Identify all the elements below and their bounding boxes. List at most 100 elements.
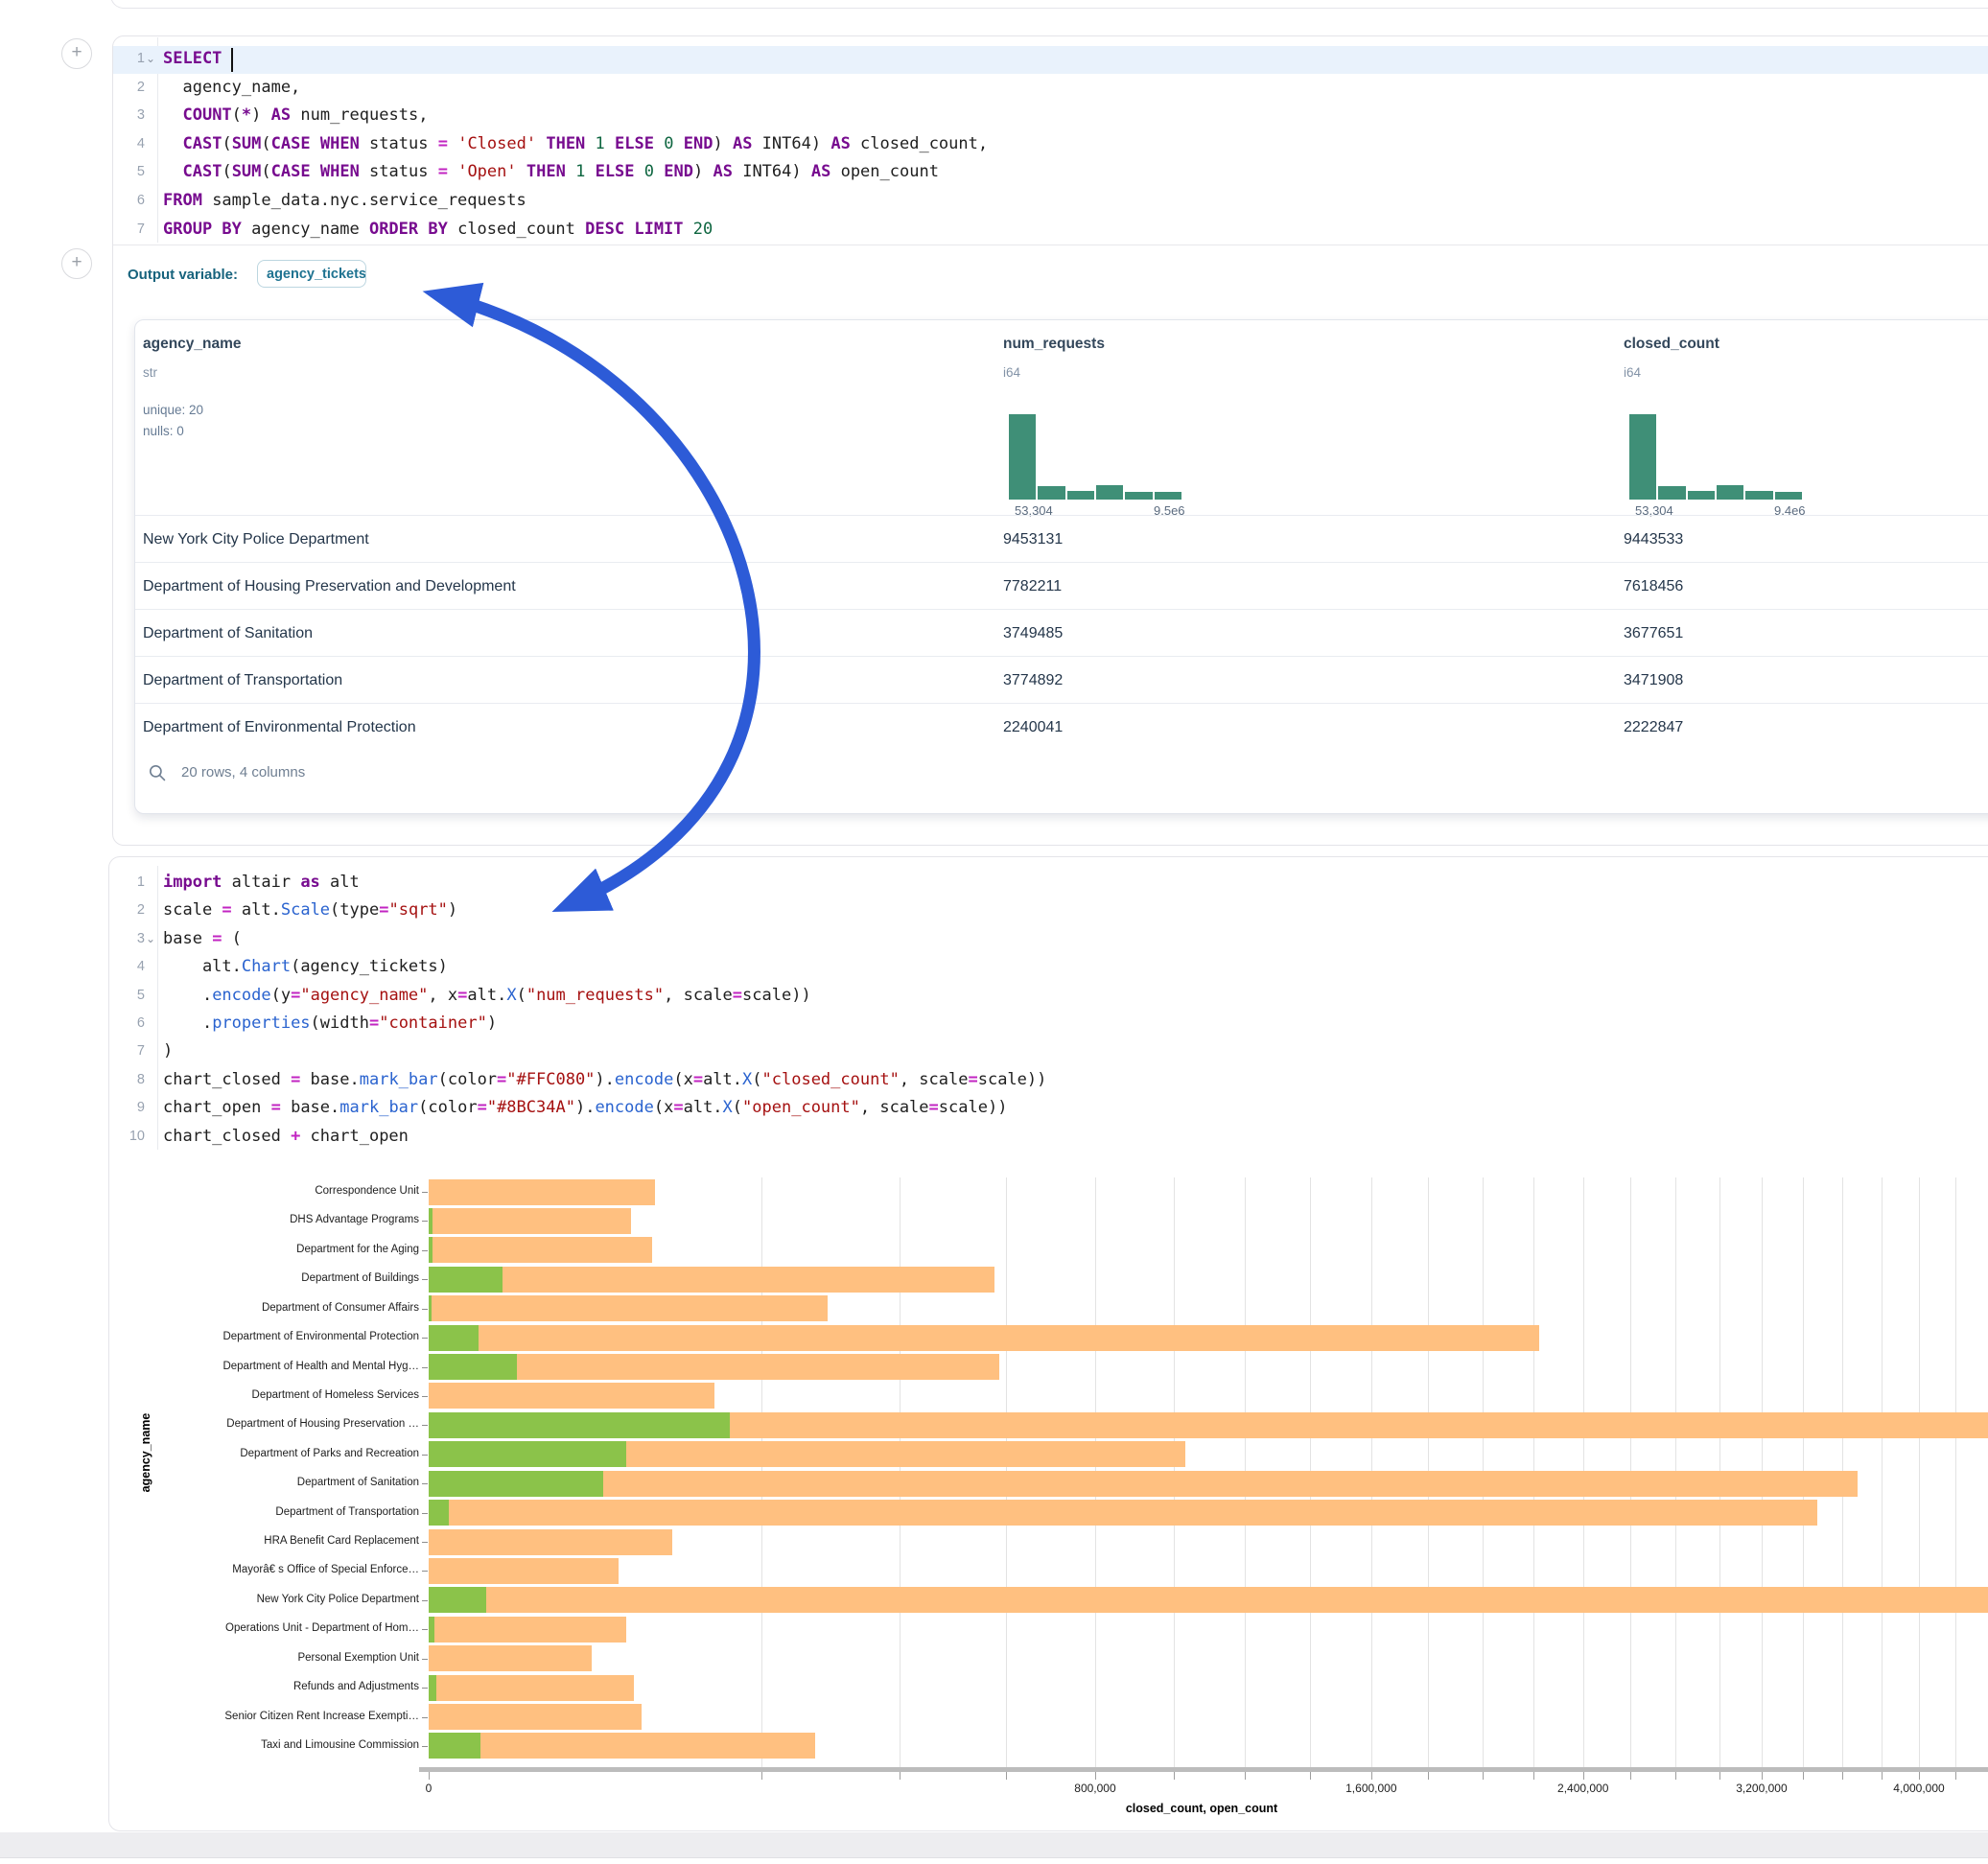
column-type-closed-count: i64	[1624, 365, 1641, 380]
add-cell-button-top[interactable]: +	[61, 38, 92, 69]
x-axis-tick-label: 1,600,000	[1345, 1782, 1396, 1795]
column-header-agency-name: agency_name	[143, 336, 242, 353]
x-axis-tick	[1428, 1772, 1429, 1780]
y-axis-category-label: Department of Consumer Affairs	[112, 1302, 419, 1314]
code-line[interactable]: GROUP BY agency_name ORDER BY closed_cou…	[163, 220, 713, 239]
y-axis-tick	[422, 1425, 428, 1426]
bar-open	[429, 1617, 434, 1643]
bar-closed	[429, 1617, 626, 1643]
x-axis-tick	[1842, 1772, 1843, 1780]
cell-agency-name: Department of Environmental Protection	[143, 704, 416, 751]
y-axis-tick	[422, 1571, 428, 1572]
bar-closed	[429, 1179, 655, 1205]
code-line[interactable]: import altair as alt	[163, 873, 360, 892]
code-line[interactable]: scale = alt.Scale(type="sqrt")	[163, 900, 457, 920]
line-number: 6	[112, 1015, 145, 1031]
x-axis-tick	[1533, 1772, 1534, 1780]
bar-closed	[429, 1645, 592, 1671]
code-line[interactable]: CAST(SUM(CASE WHEN status = 'Open' THEN …	[163, 162, 939, 181]
fold-chevron-icon[interactable]: ⌄	[146, 932, 155, 945]
x-axis-tick-label: 0	[426, 1782, 433, 1795]
search-icon[interactable]	[149, 764, 166, 781]
bar-open	[429, 1267, 503, 1293]
code-line[interactable]: .encode(y="agency_name", x=alt.X("num_re…	[163, 986, 811, 1005]
code-line[interactable]: chart_closed + chart_open	[163, 1127, 409, 1146]
cell-num-requests: 7782211	[1003, 563, 1062, 610]
y-axis-category-label: Mayorâ€ s Office of Special Enforce…	[112, 1564, 419, 1575]
table-row: Department of Transportation377489234719…	[135, 656, 1988, 704]
x-axis-tick	[1174, 1772, 1175, 1780]
line-number: 4	[112, 959, 145, 974]
cell-num-requests: 3774892	[1003, 657, 1063, 704]
code-line[interactable]: CAST(SUM(CASE WHEN status = 'Closed' THE…	[163, 134, 988, 153]
bar-open	[429, 1471, 603, 1497]
column-type-num-requests: i64	[1003, 365, 1020, 380]
y-axis-category-label: Refunds and Adjustments	[112, 1681, 419, 1692]
output-variable-chip[interactable]: agency_tickets	[257, 260, 366, 288]
y-axis-category-label: Department of Sanitation	[112, 1477, 419, 1488]
code-line[interactable]: alt.Chart(agency_tickets)	[163, 957, 448, 976]
cell-agency-name: Department of Transportation	[143, 657, 342, 704]
bar-open	[429, 1325, 479, 1351]
line-number: 8	[112, 1072, 145, 1087]
line-number: 9	[112, 1100, 145, 1115]
x-axis-tick	[1245, 1772, 1246, 1780]
cell-closed-count: 9443533	[1624, 516, 1683, 563]
chart-gridline	[1882, 1177, 1883, 1767]
bar-open	[429, 1675, 436, 1701]
y-axis-category-label: New York City Police Department	[112, 1594, 419, 1605]
y-axis-category-label: Personal Exemption Unit	[112, 1652, 419, 1664]
bar-open	[429, 1412, 730, 1438]
bar-open	[429, 1441, 626, 1467]
column-stat-nulls: nulls: 0	[143, 424, 184, 438]
code-line[interactable]: agency_name,	[163, 78, 300, 97]
active-line-highlight	[113, 46, 1988, 74]
page-gap-line	[0, 1857, 1988, 1858]
code-line[interactable]: COUNT(*) AS num_requests,	[163, 105, 428, 125]
hist-bar	[1775, 492, 1802, 500]
hist-bar	[1688, 491, 1715, 500]
hist-bar	[1038, 486, 1064, 500]
code-line[interactable]: FROM sample_data.nyc.service_requests	[163, 191, 526, 210]
table-row: New York City Police Department945313194…	[135, 515, 1988, 563]
y-axis-tick	[422, 1221, 428, 1222]
fold-chevron-icon[interactable]: ⌄	[146, 52, 155, 65]
x-axis-tick-label: 800,000	[1074, 1782, 1115, 1795]
line-number: 2	[112, 902, 145, 918]
code-line[interactable]: SELECT	[163, 49, 222, 68]
y-axis-tick	[422, 1600, 428, 1601]
y-axis-category-label: DHS Advantage Programs	[112, 1214, 419, 1225]
y-axis-category-label: Department of Buildings	[112, 1272, 419, 1284]
cell-closed-count: 2222847	[1624, 704, 1683, 751]
code-line[interactable]: chart_open = base.mark_bar(color="#8BC34…	[163, 1098, 1007, 1117]
cell-agency-name: Department of Housing Preservation and D…	[143, 563, 516, 610]
code-line[interactable]: )	[163, 1041, 173, 1060]
x-axis-domain-line	[419, 1767, 1988, 1772]
add-cell-button-middle[interactable]: +	[61, 248, 92, 279]
hist-bar	[1067, 491, 1094, 500]
bar-closed	[429, 1237, 652, 1263]
x-axis-tick	[1762, 1772, 1763, 1780]
table-row: Department of Sanitation37494853677651	[135, 609, 1988, 657]
y-axis-category-label: Senior Citizen Rent Increase Exempti…	[112, 1711, 419, 1722]
code-line[interactable]: chart_closed = base.mark_bar(color="#FFC…	[163, 1070, 1046, 1089]
y-axis-tick	[422, 1542, 428, 1543]
x-axis-tick	[761, 1772, 762, 1780]
previous-cell-bottom-edge	[110, 0, 1988, 9]
line-number: 7	[112, 1043, 145, 1059]
y-axis-tick	[422, 1192, 428, 1193]
y-axis-category-label: Department of Parks and Recreation	[112, 1448, 419, 1459]
code-line[interactable]: base = (	[163, 929, 242, 948]
line-number: 4	[112, 136, 145, 151]
y-axis-category-label: Department for the Aging	[112, 1244, 419, 1255]
cell-num-requests: 3749485	[1003, 610, 1063, 657]
hist-bar	[1717, 485, 1743, 500]
y-axis-category-label: Department of Environmental Protection	[112, 1331, 419, 1342]
line-number: 3	[112, 931, 145, 946]
bar-closed	[429, 1587, 1988, 1613]
chart-gridline	[1955, 1177, 1956, 1767]
bar-open	[429, 1237, 433, 1263]
x-axis-tick	[1719, 1772, 1720, 1780]
code-line[interactable]: .properties(width="container")	[163, 1014, 497, 1033]
line-number: 1	[112, 874, 145, 890]
